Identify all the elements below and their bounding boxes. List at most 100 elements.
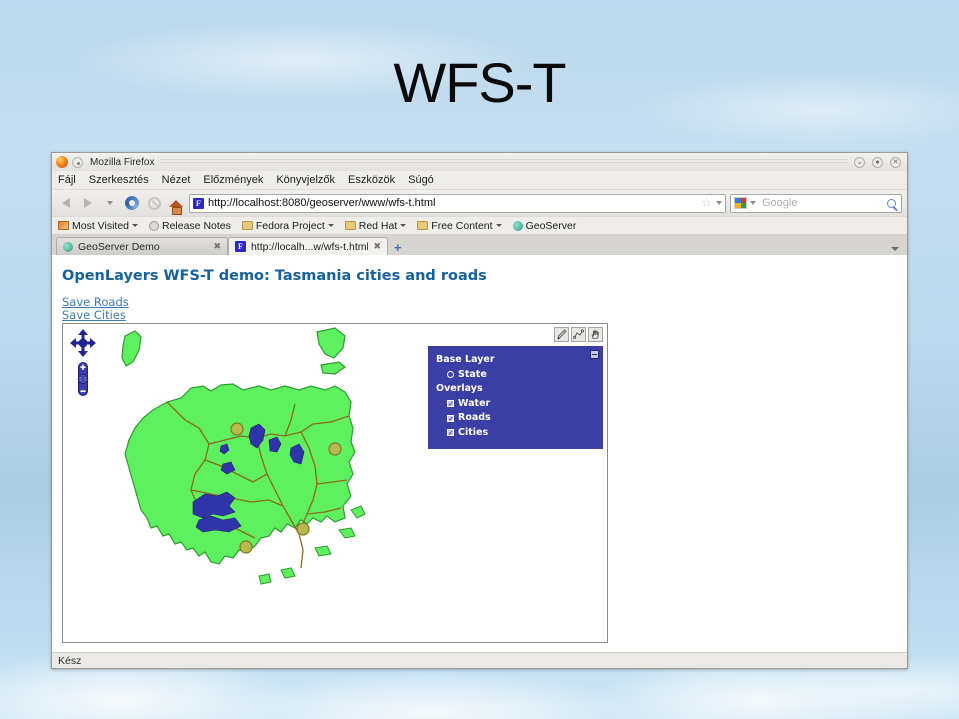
search-bar[interactable]: Google (730, 193, 902, 213)
page-title: OpenLayers WFS-T demo: Tasmania cities a… (62, 268, 487, 284)
reload-icon (125, 196, 139, 210)
back-arrow-icon (62, 198, 70, 208)
pan-right-button (86, 338, 96, 348)
geoserver-icon (512, 220, 523, 231)
release-notes-icon (149, 220, 159, 231)
new-tab-button[interactable]: + (394, 240, 402, 255)
chevron-down-icon (107, 201, 113, 205)
window-titlebar: Mozilla Firefox ⌄ ● ✕ (52, 153, 907, 171)
chevron-down-icon (400, 224, 407, 227)
status-text: Kész (58, 654, 82, 667)
address-bar[interactable]: F http://localhost:8080/geoserver/www/wf… (189, 193, 726, 213)
minimize-icon[interactable]: ⌄ (854, 156, 865, 168)
titlebar-rule (160, 159, 848, 165)
pan-zoom-control[interactable] (69, 328, 97, 400)
folder-icon (417, 221, 429, 230)
save-cities-link[interactable]: Save Cities (62, 308, 126, 322)
tab-geoserver-demo[interactable]: GeoServer Demo ✖ (56, 237, 228, 255)
tab-label: http://localh...w/wfs-t.html (250, 240, 369, 253)
bookmark-label: Free Content (431, 219, 493, 232)
bookmark-star-icon[interactable]: ☆ (701, 196, 712, 210)
menu-item-file[interactable]: Fájl (58, 174, 76, 186)
url-dropdown-icon[interactable] (716, 201, 722, 205)
window-menu-icon[interactable] (72, 156, 83, 168)
overlay-option-roads[interactable]: ✓ Roads (436, 411, 595, 426)
tab-list-chevron-icon[interactable] (891, 247, 899, 251)
polyline-icon (573, 329, 584, 339)
draw-point-tool-button[interactable] (554, 327, 569, 342)
close-icon[interactable]: ✕ (890, 156, 901, 168)
pan-up-button (78, 329, 88, 339)
overlay-option-water[interactable]: ✓ Water (436, 397, 595, 412)
layer-switcher-panel[interactable]: − Base Layer State Overlays ✓ Water ✓ Ro… (428, 346, 603, 449)
window-title: Mozilla Firefox (90, 156, 155, 168)
close-icon[interactable]: ✖ (373, 241, 381, 252)
bookmark-geoserver[interactable]: GeoServer (512, 219, 577, 232)
menu-item-tools[interactable]: Eszközök (348, 174, 395, 186)
folder-icon (241, 221, 253, 230)
base-layer-option-state[interactable]: State (436, 368, 595, 383)
minimize-layer-switcher-icon[interactable]: − (590, 350, 599, 359)
bookmark-label: Most Visited (72, 219, 129, 232)
back-button[interactable] (57, 194, 75, 212)
home-icon (169, 199, 183, 215)
firefox-icon (56, 156, 68, 168)
page-favicon-icon: F (235, 241, 246, 252)
reload-button[interactable] (123, 194, 141, 212)
maximize-icon[interactable]: ● (872, 156, 883, 168)
history-dropdown-button[interactable] (101, 194, 119, 212)
folder-icon (344, 221, 356, 230)
search-icon[interactable] (887, 198, 896, 208)
status-bar: Kész (52, 652, 907, 668)
overlay-label: Cities (458, 426, 489, 438)
save-roads-link[interactable]: Save Roads (62, 295, 129, 309)
close-icon[interactable]: ✖ (213, 241, 221, 252)
bookmark-label: Fedora Project (255, 219, 325, 232)
google-logo-icon[interactable] (734, 197, 747, 209)
page-content: OpenLayers WFS-T demo: Tasmania cities a… (52, 255, 907, 652)
forward-button[interactable] (79, 194, 97, 212)
bookmark-most-visited[interactable]: Most Visited (58, 220, 138, 232)
overlays-title: Overlays (436, 383, 483, 394)
base-layer-label: State (458, 368, 487, 380)
bookmark-release-notes[interactable]: Release Notes (149, 220, 231, 232)
overlay-label: Roads (458, 412, 491, 423)
most-visited-icon (58, 221, 69, 230)
pan-tool-button[interactable] (588, 327, 603, 342)
search-engine-chevron-icon[interactable] (750, 201, 756, 205)
tab-bar: GeoServer Demo ✖ F http://localh...w/wfs… (52, 235, 907, 255)
search-input[interactable]: Google (759, 197, 884, 209)
bookmark-free-content[interactable]: Free Content (417, 219, 502, 232)
page-favicon-icon: F (193, 197, 204, 209)
zoom-bar (77, 362, 89, 396)
menu-item-help[interactable]: Súgó (408, 174, 434, 186)
menu-item-history[interactable]: Előzmények (203, 174, 263, 186)
map-viewport[interactable]: − Base Layer State Overlays ✓ Water ✓ Ro… (62, 323, 608, 643)
pencil-icon (557, 329, 567, 340)
menu-item-edit[interactable]: Szerkesztés (89, 174, 149, 186)
checkbox-icon: ✓ (447, 400, 454, 409)
chevron-down-icon (132, 224, 138, 227)
chevron-down-icon (495, 224, 502, 227)
tab-wfs-t[interactable]: F http://localh...w/wfs-t.html ✖ (228, 237, 388, 255)
pan-left-button (70, 338, 80, 348)
bookmark-red-hat[interactable]: Red Hat (344, 220, 407, 232)
menu-item-view[interactable]: Nézet (162, 174, 191, 186)
overlay-label: Water (458, 397, 491, 409)
stop-button[interactable] (145, 194, 163, 212)
overlay-option-cities[interactable]: ✓ Cities (436, 426, 595, 441)
pan-down-button (78, 347, 88, 357)
draw-line-tool-button[interactable] (571, 327, 586, 342)
menu-item-bookmarks[interactable]: Könyvjelzők (276, 174, 335, 186)
geoserver-icon (63, 241, 73, 252)
menu-bar: Fájl Szerkesztés Nézet Előzmények Könyvj… (52, 171, 907, 190)
bookmark-label: Release Notes (162, 219, 231, 232)
url-text: http://localhost:8080/geoserver/www/wfs-… (208, 197, 436, 209)
bookmark-label: GeoServer (525, 219, 577, 232)
stop-icon (147, 196, 161, 210)
radio-icon (447, 371, 454, 379)
zoom-out-button (80, 390, 86, 393)
bookmark-fedora-project[interactable]: Fedora Project (241, 219, 334, 232)
home-button[interactable] (167, 194, 185, 215)
map-edit-toolbar (554, 327, 603, 342)
